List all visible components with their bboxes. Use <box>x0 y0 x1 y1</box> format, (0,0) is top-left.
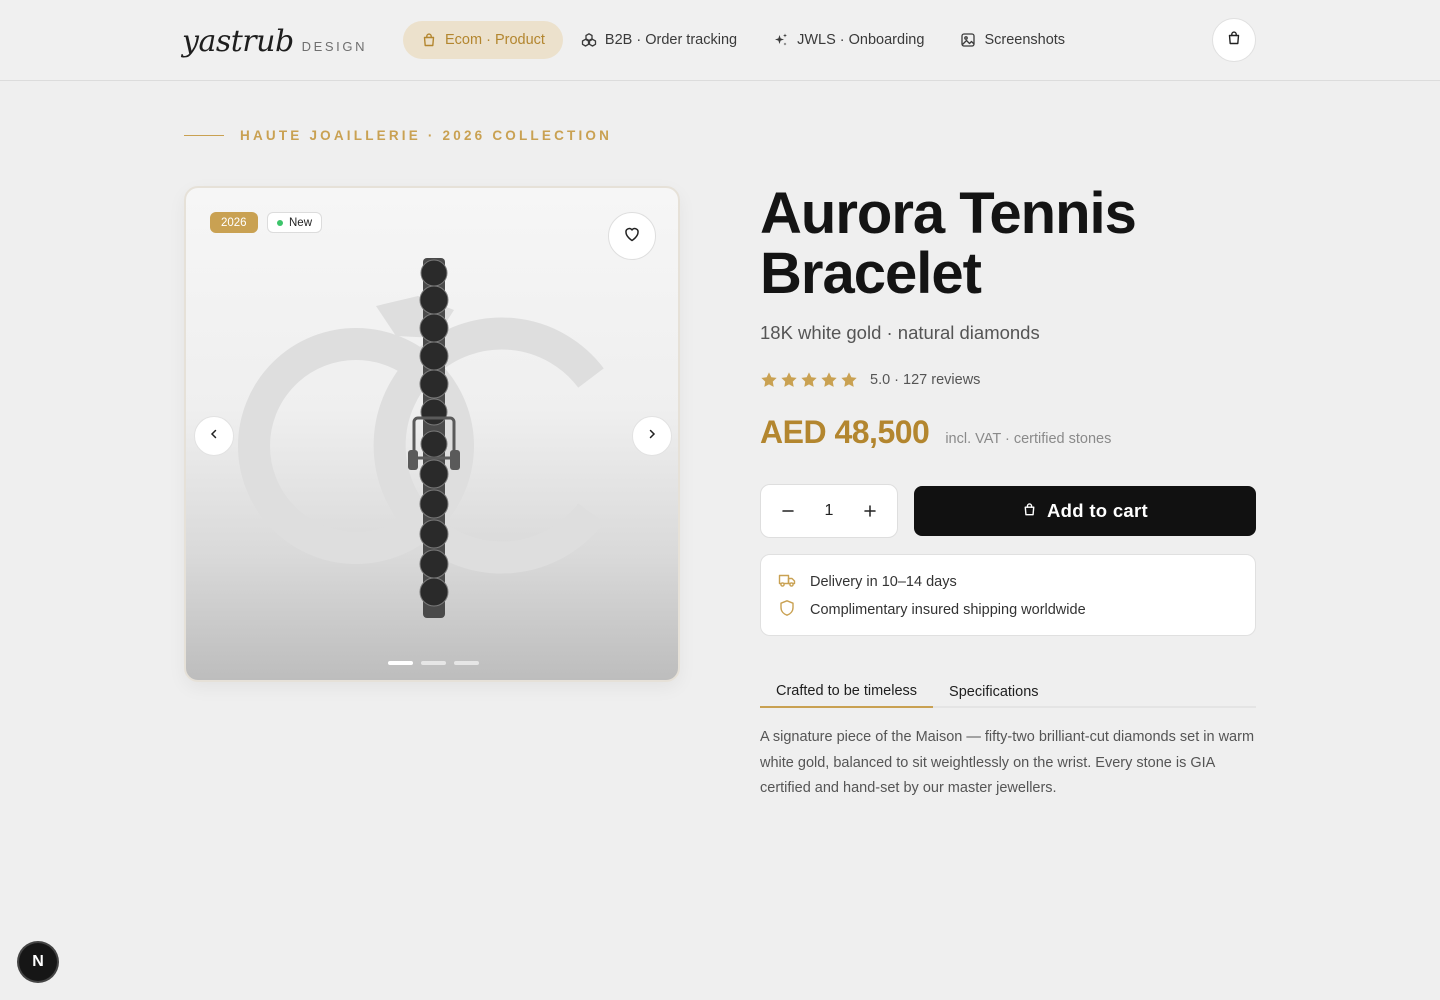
slide-dot-2[interactable] <box>421 661 446 665</box>
product-rating[interactable]: 5.0 · 127 reviews <box>760 371 980 389</box>
chevron-left-icon <box>208 427 220 445</box>
previous-slide-button[interactable] <box>194 416 234 456</box>
quantity-value[interactable]: 1 <box>825 502 834 520</box>
year-badge: 2026 <box>210 212 258 233</box>
product-subtitle: 18K white gold · natural diamonds <box>760 322 1040 343</box>
shopping-bag-icon <box>1022 500 1037 522</box>
insured-shipping-row: Complimentary insured shipping worldwide <box>778 599 1238 621</box>
new-badge: New <box>267 212 323 233</box>
price-note: incl. VAT · certified stones <box>945 431 1112 447</box>
slide-indicators <box>388 661 479 665</box>
collection-eyebrow: HAUTE JOAILLERIE · 2026 COLLECTION <box>184 128 612 143</box>
eyebrow-divider <box>184 135 224 136</box>
price-block: AED 48,500 incl. VAT · certified stones <box>760 414 1111 451</box>
truck-icon <box>778 572 796 592</box>
nav-item-label: B2B · Order tracking <box>604 32 738 48</box>
boxes-icon <box>581 32 597 48</box>
logo-subtitle: DESIGN <box>301 39 368 54</box>
increase-quantity-button[interactable] <box>857 498 883 524</box>
shield-icon <box>778 599 796 621</box>
decrease-quantity-button[interactable] <box>775 498 801 524</box>
price-amount: AED 48,500 <box>760 414 930 450</box>
quantity-stepper: 1 <box>760 484 898 538</box>
nav-item-label: JWLS · Onboarding <box>797 32 925 48</box>
insured-shipping-text: Complimentary insured shipping worldwide <box>810 602 1086 618</box>
add-to-cart-label: Add to cart <box>1047 500 1148 521</box>
new-badge-label: New <box>289 216 313 229</box>
tab-specifications[interactable]: Specifications <box>933 676 1054 708</box>
shopping-bag-icon <box>1226 30 1242 51</box>
eyebrow-text: HAUTE JOAILLERIE · 2026 COLLECTION <box>240 128 613 143</box>
product-image <box>238 258 604 618</box>
star-icon <box>801 372 817 387</box>
top-header: yastrub DESIGN Ecom · Product B2B · Orde… <box>0 0 1440 81</box>
tab-crafted[interactable]: Crafted to be timeless <box>760 676 934 708</box>
delivery-row: Delivery in 10–14 days <box>778 571 1238 593</box>
plus-icon <box>864 505 876 517</box>
delivery-text: Delivery in 10–14 days <box>810 574 957 590</box>
rating-summary: 5.0 · 127 reviews <box>870 372 981 388</box>
logo[interactable]: yastrub DESIGN <box>182 24 367 59</box>
main-nav: Ecom · Product B2B · Order tracking JWLS… <box>403 21 1083 59</box>
slide-dot-1[interactable] <box>388 661 413 665</box>
star-icon <box>761 372 777 387</box>
star-icon <box>821 372 837 387</box>
shipping-info: Delivery in 10–14 days Complimentary ins… <box>760 554 1256 636</box>
star-icon <box>781 372 797 387</box>
star-rating <box>760 371 858 389</box>
heart-icon <box>623 225 641 248</box>
minus-icon <box>782 510 794 512</box>
status-dot-icon <box>277 219 283 226</box>
favorite-button[interactable] <box>608 212 656 260</box>
nav-item-b2b-order-tracking[interactable]: B2B · Order tracking <box>563 21 755 59</box>
chevron-right-icon <box>646 427 658 445</box>
slide-dot-3[interactable] <box>454 661 479 665</box>
next-slide-button[interactable] <box>632 416 672 456</box>
product-title: Aurora Tennis Bracelet <box>760 181 1137 306</box>
product-tabs: Crafted to be timeless Specifications <box>760 676 1256 708</box>
nav-item-label: Screenshots <box>984 32 1066 48</box>
bag-icon <box>421 32 437 48</box>
product-gallery[interactable]: 2026 New <box>184 186 680 682</box>
nav-item-label: Ecom · Product <box>445 32 545 48</box>
product-description: A signature piece of the Maison — fifty-… <box>760 729 1255 796</box>
sparkles-icon <box>773 32 789 48</box>
dev-tools-badge[interactable]: N <box>19 943 57 981</box>
star-icon <box>841 372 857 387</box>
image-icon <box>960 32 976 48</box>
nav-item-jwls-onboarding[interactable]: JWLS · Onboarding <box>755 21 942 59</box>
nav-item-screenshots[interactable]: Screenshots <box>942 21 1083 59</box>
add-to-cart-button[interactable]: Add to cart <box>914 486 1256 536</box>
nav-item-ecom-product[interactable]: Ecom · Product <box>403 21 563 59</box>
cart-button[interactable] <box>1212 18 1256 62</box>
logo-wordmark: yastrub <box>182 24 294 59</box>
